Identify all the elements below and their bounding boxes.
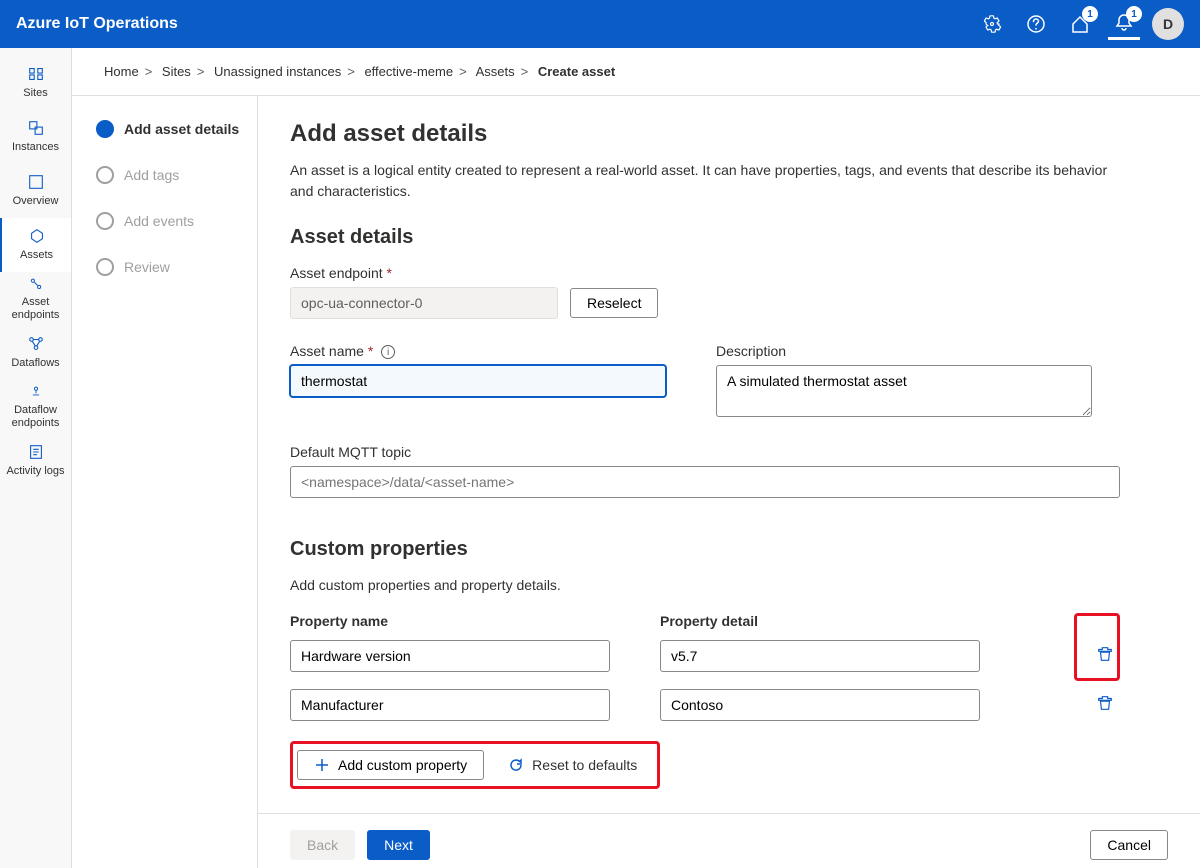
cancel-button[interactable]: Cancel xyxy=(1090,830,1168,860)
back-button: Back xyxy=(290,830,355,860)
refresh-icon xyxy=(508,757,524,773)
notifications-badge: 1 xyxy=(1126,6,1142,22)
sidebar-item-label: Asset endpoints xyxy=(2,296,69,322)
add-custom-property-button[interactable]: Add custom property xyxy=(297,750,484,780)
property-row xyxy=(290,639,1120,672)
mqtt-topic-label: Default MQTT topic xyxy=(290,444,1120,460)
delete-property-button[interactable] xyxy=(1090,688,1120,721)
property-name-header: Property name xyxy=(290,613,610,629)
step-add-tags[interactable]: Add tags xyxy=(96,166,241,184)
breadcrumb-link[interactable]: Home xyxy=(104,64,139,79)
asset-details-heading: Asset details xyxy=(290,226,1120,249)
breadcrumb-link[interactable]: Sites xyxy=(162,64,191,79)
property-detail-header: Property detail xyxy=(660,613,980,629)
page-title: Add asset details xyxy=(290,120,1120,148)
sidebar-item-dataflow-endpoints[interactable]: Dataflow endpoints xyxy=(0,380,71,434)
breadcrumb-link[interactable]: effective-meme xyxy=(364,64,453,79)
sidebar-item-label: Sites xyxy=(23,87,47,100)
custom-properties-heading: Custom properties xyxy=(290,538,1120,561)
sidebar: Sites Instances Overview Assets Asset en… xyxy=(0,48,72,868)
feedback-badge: 1 xyxy=(1082,6,1098,22)
header-icons: 1 1 D xyxy=(976,8,1184,40)
breadcrumb-current: Create asset xyxy=(538,64,615,79)
sidebar-item-activity-logs[interactable]: Activity logs xyxy=(0,434,71,488)
asset-name-label: Asset name * i xyxy=(290,343,666,359)
sidebar-item-instances[interactable]: Instances xyxy=(0,110,71,164)
sidebar-item-label: Assets xyxy=(20,249,53,262)
property-detail-field[interactable] xyxy=(660,640,980,672)
step-label: Add events xyxy=(124,213,194,229)
avatar[interactable]: D xyxy=(1152,8,1184,40)
wizard-steps: Add asset details Add tags Add events Re… xyxy=(72,96,258,868)
step-review[interactable]: Review xyxy=(96,258,241,276)
sidebar-item-sites[interactable]: Sites xyxy=(0,56,71,110)
trash-icon xyxy=(1096,694,1114,712)
info-icon[interactable]: i xyxy=(381,345,395,359)
plus-icon xyxy=(314,757,330,773)
sidebar-item-assets[interactable]: Assets xyxy=(0,218,71,272)
breadcrumb: Home> Sites> Unassigned instances> effec… xyxy=(72,48,1200,95)
custom-properties-subtitle: Add custom properties and property detai… xyxy=(290,577,1120,593)
step-marker-icon xyxy=(96,120,114,138)
settings-icon[interactable] xyxy=(976,8,1008,40)
step-add-asset-details[interactable]: Add asset details xyxy=(96,120,241,138)
feedback-icon[interactable]: 1 xyxy=(1064,8,1096,40)
property-row xyxy=(290,688,1120,721)
sidebar-item-label: Dataflows xyxy=(11,357,59,370)
page-description: An asset is a logical entity created to … xyxy=(290,160,1120,202)
step-add-events[interactable]: Add events xyxy=(96,212,241,230)
mqtt-topic-field[interactable] xyxy=(290,466,1120,498)
notifications-icon[interactable]: 1 xyxy=(1108,8,1140,40)
breadcrumb-link[interactable]: Assets xyxy=(476,64,515,79)
app-header: Azure IoT Operations 1 1 D xyxy=(0,0,1200,48)
footer-bar: Back Next Cancel xyxy=(258,813,1200,868)
form-panel: Add asset details An asset is a logical … xyxy=(258,96,1200,813)
help-icon[interactable] xyxy=(1020,8,1052,40)
sidebar-item-label: Dataflow endpoints xyxy=(2,404,69,430)
app-title: Azure IoT Operations xyxy=(16,15,976,33)
step-label: Add asset details xyxy=(124,121,239,137)
next-button[interactable]: Next xyxy=(367,830,430,860)
step-label: Review xyxy=(124,259,170,275)
sidebar-item-overview[interactable]: Overview xyxy=(0,164,71,218)
description-label: Description xyxy=(716,343,1092,359)
description-field[interactable]: A simulated thermostat asset xyxy=(716,365,1092,417)
highlight-annotation xyxy=(1074,613,1120,681)
highlight-annotation: Add custom property Reset to defaults xyxy=(290,741,660,789)
sidebar-item-asset-endpoints[interactable]: Asset endpoints xyxy=(0,272,71,326)
asset-endpoint-label: Asset endpoint * xyxy=(290,265,1120,281)
asset-name-field[interactable] xyxy=(290,365,666,397)
step-label: Add tags xyxy=(124,167,179,183)
sidebar-item-label: Overview xyxy=(13,195,59,208)
breadcrumb-link[interactable]: Unassigned instances xyxy=(214,64,341,79)
sidebar-item-label: Instances xyxy=(12,141,59,154)
property-name-field[interactable] xyxy=(290,640,610,672)
step-marker-icon xyxy=(96,258,114,276)
asset-endpoint-field xyxy=(290,287,558,319)
property-detail-field[interactable] xyxy=(660,689,980,721)
sidebar-item-label: Activity logs xyxy=(6,465,64,478)
sidebar-item-dataflows[interactable]: Dataflows xyxy=(0,326,71,380)
reset-to-defaults-button[interactable]: Reset to defaults xyxy=(492,750,653,780)
step-marker-icon xyxy=(96,166,114,184)
reselect-button[interactable]: Reselect xyxy=(570,288,658,318)
step-marker-icon xyxy=(96,212,114,230)
property-name-field[interactable] xyxy=(290,689,610,721)
